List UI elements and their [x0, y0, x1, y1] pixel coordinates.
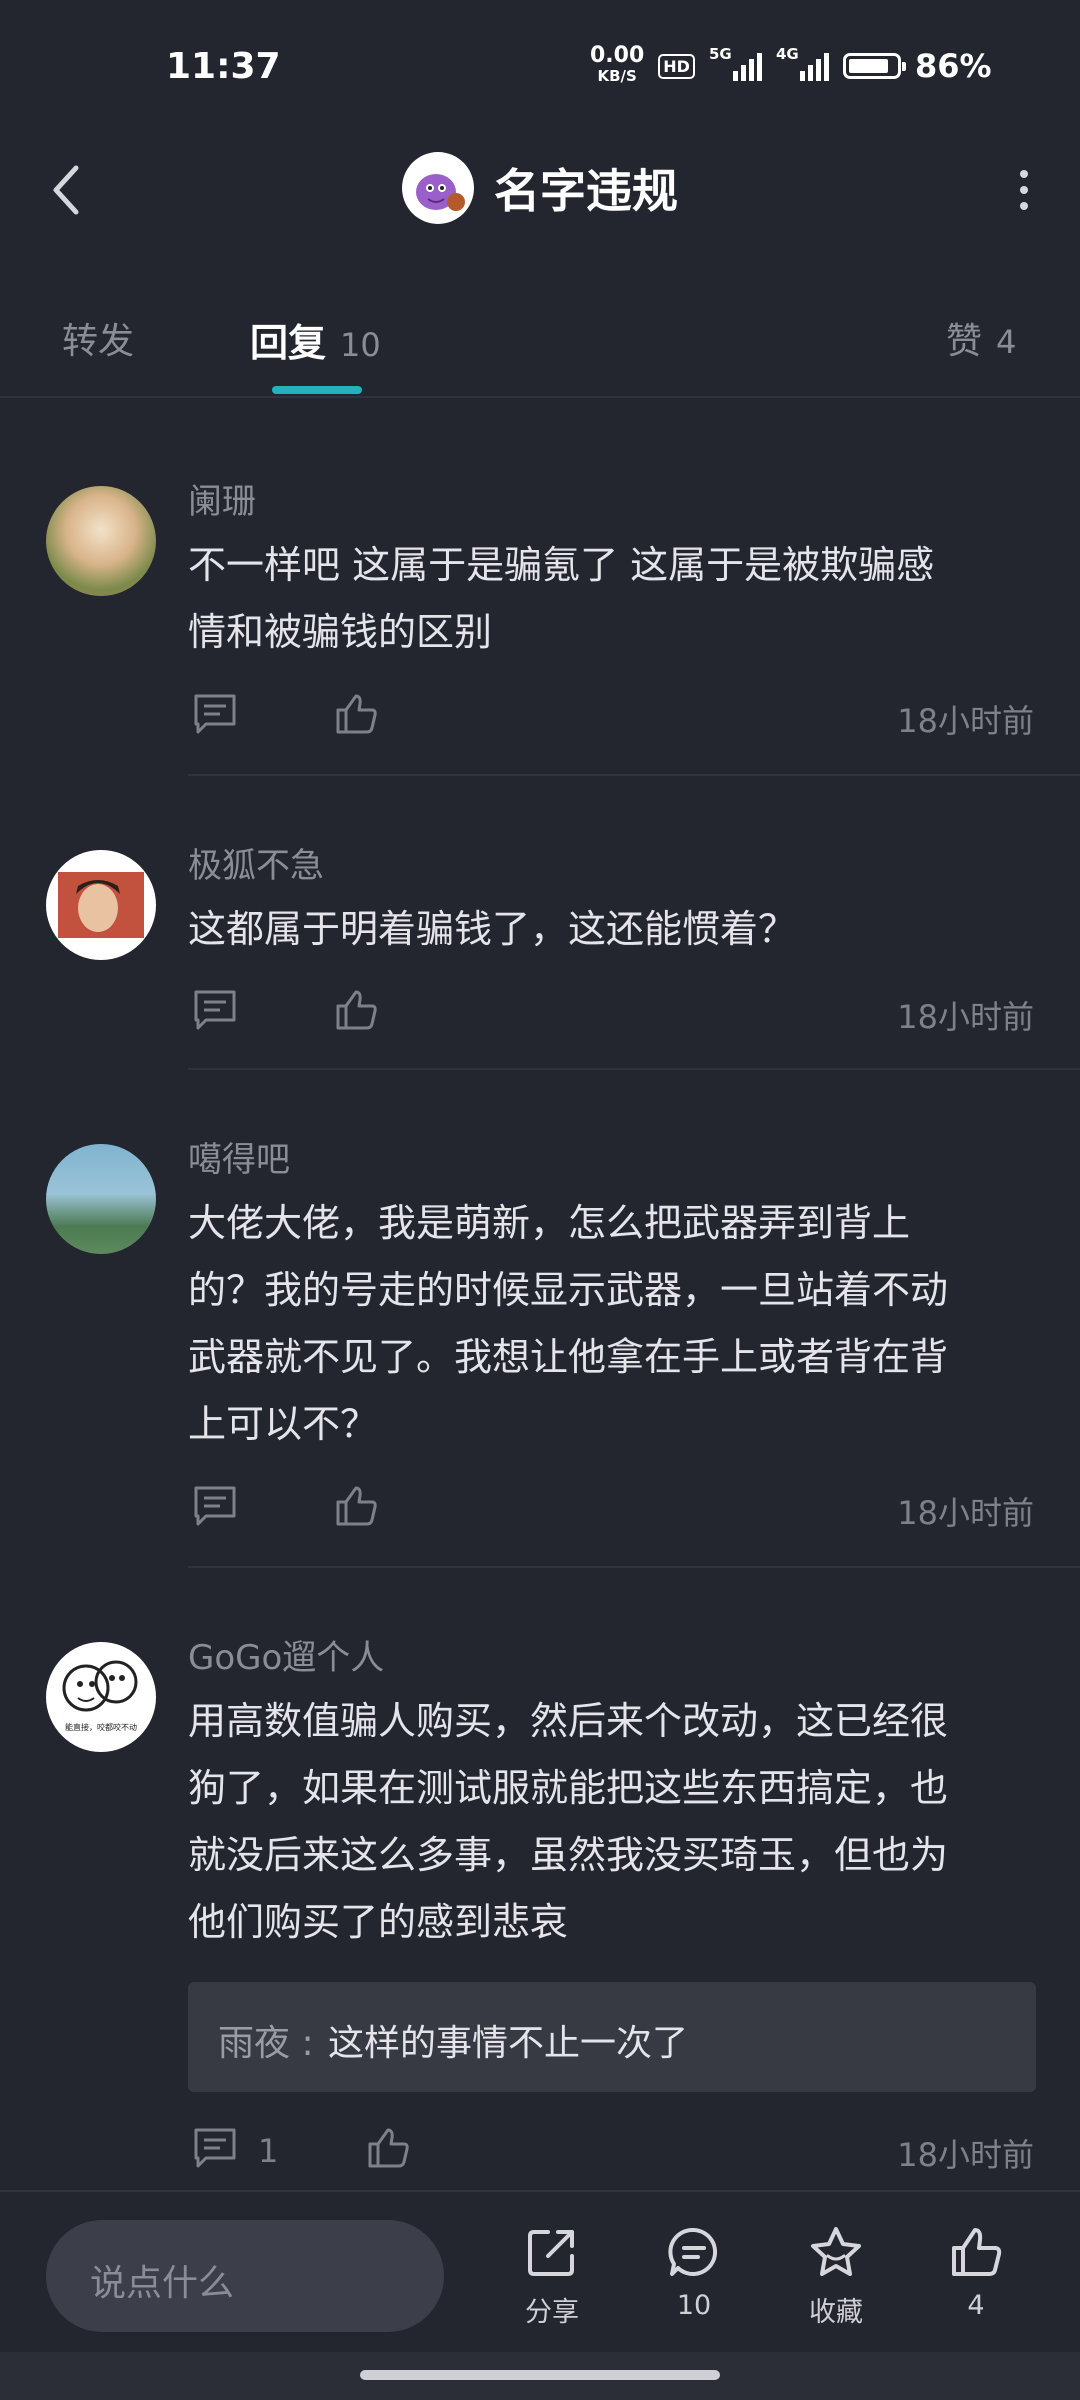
- star-icon: [811, 2227, 861, 2276]
- divider: [188, 1068, 1080, 1070]
- comment-text-line: 不一样吧 这属于是骗氪了 这属于是被欺骗感: [188, 543, 935, 587]
- hd-icon: HD: [658, 53, 695, 79]
- share-icon: [528, 2230, 574, 2276]
- comment-time: 18小时前: [897, 1494, 1034, 1532]
- signal-4g-icon: 4G: [776, 45, 829, 81]
- net-speed: 0.00 KB/S: [590, 43, 645, 86]
- like-count: 4: [967, 2290, 985, 2321]
- comment-actions: 18小时前: [188, 988, 1038, 1038]
- nested-reply-author: 雨夜 :: [218, 2023, 314, 2064]
- comment-bubble-icon: [668, 2227, 718, 2276]
- share-button[interactable]: 分享: [502, 2224, 602, 2329]
- top-bar: 名字违规: [0, 130, 1080, 250]
- net-speed-value: 0.00: [590, 43, 645, 68]
- tab-replies-label: 回复: [250, 321, 327, 365]
- comment-count: 10: [676, 2290, 712, 2321]
- comment-actions: 18小时前: [188, 1484, 1038, 1534]
- like-icon[interactable]: [334, 1484, 378, 1528]
- reply-icon[interactable]: [192, 988, 238, 1032]
- comment-input-placeholder: 说点什么: [90, 2263, 235, 2304]
- more-options-icon[interactable]: [1014, 168, 1034, 212]
- tab-likes-label: 赞: [946, 321, 983, 362]
- tab-replies[interactable]: 回复 10: [250, 312, 381, 367]
- divider: [188, 774, 1080, 776]
- comment-time: 18小时前: [897, 998, 1034, 1036]
- battery-percent: 86%: [914, 47, 992, 85]
- comment-time: 18小时前: [897, 702, 1034, 740]
- signal-5g-label: 5G: [708, 45, 732, 63]
- comment-time: 18小时前: [897, 2136, 1034, 2174]
- comment-username[interactable]: 噶得吧: [188, 1132, 290, 1181]
- tab-replies-count: 10: [340, 326, 381, 364]
- tab-forward-label: 转发: [62, 321, 135, 362]
- comment-username[interactable]: 极狐不急: [188, 838, 324, 887]
- gesture-navigation-bar: [0, 2352, 1080, 2400]
- bottom-action-bar: 说点什么 分享 10 收藏 4: [0, 2190, 1080, 2352]
- home-indicator[interactable]: [360, 2370, 720, 2380]
- thumbs-up-icon: [952, 2228, 1002, 2276]
- comment-text-line: 的？我的号走的时候显示武器，一旦站着不动: [188, 1268, 949, 1312]
- divider: [188, 1566, 1080, 1568]
- status-icons: 0.00 KB/S HD 5G 4G 86%: [590, 43, 992, 86]
- comment-input[interactable]: 说点什么: [46, 2220, 444, 2332]
- like-button[interactable]: 4: [926, 2224, 1026, 2321]
- comments-button[interactable]: 10: [644, 2224, 744, 2321]
- tab-likes-count: 4: [996, 323, 1017, 361]
- reply-icon[interactable]: [192, 692, 238, 736]
- like-icon[interactable]: [334, 988, 378, 1032]
- comment-text: 大佬大佬，我是萌新，怎么把武器弄到背上 的？我的号走的时候显示武器，一旦站着不动…: [188, 1190, 1038, 1458]
- avatar-caption: 能直接，咬都咬不动: [65, 1722, 137, 1732]
- avatar-portrait: [58, 872, 144, 938]
- comment-text-line: 用高数值骗人购买，然后来个改动，这已经很: [188, 1699, 949, 1743]
- avatar[interactable]: [46, 486, 156, 596]
- comment-username[interactable]: 阑珊: [188, 474, 256, 523]
- like-icon[interactable]: [334, 692, 378, 736]
- comment-actions: 18小时前: [188, 692, 1038, 742]
- comment-text: 这都属于明着骗钱了，这还能惯着？: [188, 896, 1038, 963]
- comment-text-line: 情和被骗钱的区别: [188, 610, 493, 654]
- forum-avatar: [402, 152, 474, 224]
- comment-actions: 1 18小时前: [188, 2126, 1038, 2176]
- comment-text-line: 他们购买了的感到悲哀: [188, 1900, 569, 1944]
- signal-5g-icon: 5G: [709, 45, 762, 81]
- comment-text-line: 大佬大佬，我是萌新，怎么把武器弄到背上: [188, 1201, 911, 1245]
- status-time: 11:37: [166, 46, 281, 87]
- active-tab-indicator: [272, 386, 362, 394]
- title-group: 名字违规: [0, 152, 1080, 224]
- comment-username[interactable]: GoGo遛个人: [188, 1630, 384, 1679]
- page-title: 名字违规: [494, 164, 678, 218]
- like-icon[interactable]: [366, 2126, 410, 2170]
- status-bar: 11:37 0.00 KB/S HD 5G 4G 86%: [0, 0, 1080, 130]
- reply-icon[interactable]: [192, 2126, 238, 2170]
- comment-text-line: 这都属于明着骗钱了，这还能惯着？: [188, 907, 797, 951]
- meme-face-icon: 能直接，咬都咬不动: [62, 1660, 138, 1732]
- avatar[interactable]: [46, 1144, 156, 1254]
- comment-text-line: 上可以不？: [188, 1402, 379, 1446]
- comment-text: 用高数值骗人购买，然后来个改动，这已经很 狗了，如果在测试服就能把这些东西搞定，…: [188, 1688, 1038, 1956]
- favorite-button[interactable]: 收藏: [786, 2224, 886, 2329]
- tab-forward[interactable]: 转发: [62, 312, 134, 364]
- tab-bar: 转发 回复 10 赞4: [0, 290, 1080, 398]
- signal-4g-label: 4G: [775, 45, 799, 63]
- purple-creature-icon: [416, 174, 465, 211]
- comment-text-line: 狗了，如果在测试服就能把这些东西搞定，也: [188, 1766, 949, 1810]
- comment-text-line: 武器就不见了。我想让他拿在手上或者背在背: [188, 1335, 949, 1379]
- reply-count: 1: [258, 2132, 279, 2170]
- battery-icon: [842, 53, 906, 79]
- comment-text-line: 就没后来这么多事，虽然我没买琦玉，但也为: [188, 1833, 949, 1877]
- avatar[interactable]: [46, 850, 156, 960]
- avatar[interactable]: 能直接，咬都咬不动: [46, 1642, 156, 1752]
- nested-reply[interactable]: 雨夜 : 这样的事情不止一次了: [188, 1982, 1036, 2092]
- favorite-label: 收藏: [809, 2297, 863, 2328]
- tab-likes[interactable]: 赞4: [946, 312, 1016, 364]
- net-speed-unit: KB/S: [597, 67, 637, 85]
- reply-icon[interactable]: [192, 1484, 238, 1528]
- comment-text: 不一样吧 这属于是骗氪了 这属于是被欺骗感 情和被骗钱的区别: [188, 532, 1038, 666]
- share-label: 分享: [525, 2297, 579, 2328]
- nested-reply-text: 这样的事情不止一次了: [328, 2023, 689, 2064]
